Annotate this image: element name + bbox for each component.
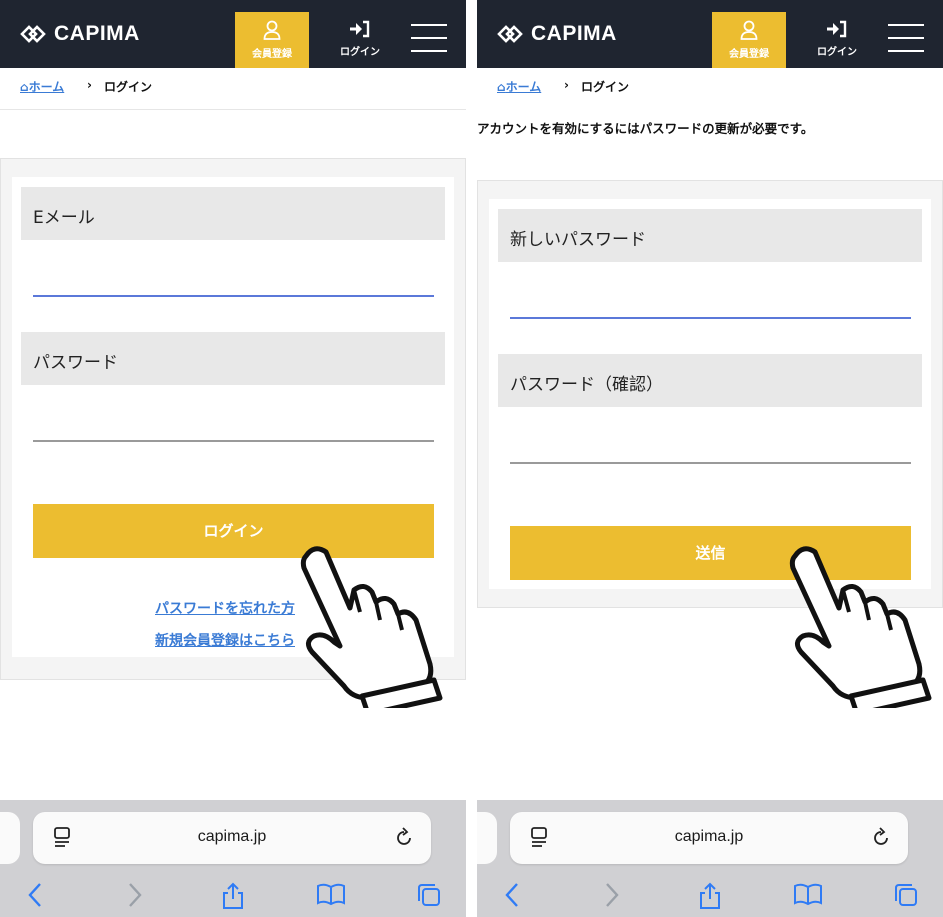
site-header: CAPIMA 会員登録 ログイン	[477, 0, 943, 69]
login-icon	[350, 20, 370, 38]
bookmarks-icon[interactable]	[316, 882, 346, 906]
site-logo[interactable]: CAPIMA	[20, 22, 140, 46]
header-login-button[interactable]: ログイン	[330, 18, 390, 64]
breadcrumb-current: ログイン	[104, 80, 153, 94]
browser-toolbar: capima.jp	[477, 800, 943, 917]
back-icon[interactable]	[28, 882, 42, 908]
password-update-screen: CAPIMA 会員登録 ログイン ⌂ホーム › ログイン アカウントを有効にする…	[477, 0, 943, 917]
email-field[interactable]	[33, 295, 434, 297]
email-label: Eメール	[21, 187, 445, 240]
user-icon	[740, 20, 758, 40]
activation-notice: アカウントを有効にするにはパスワードの更新が必要です。	[477, 121, 814, 136]
address-bar[interactable]: capima.jp	[510, 812, 908, 864]
user-icon	[263, 20, 281, 40]
share-icon[interactable]	[699, 882, 721, 910]
logo-icon	[497, 25, 523, 43]
pointing-hand-icon	[789, 546, 932, 708]
tabs-icon[interactable]	[893, 882, 919, 908]
password-label: パスワード	[21, 332, 445, 385]
tabs-icon[interactable]	[416, 882, 442, 908]
breadcrumb-separator: ›	[564, 78, 569, 92]
previous-tab-stub[interactable]	[477, 812, 497, 864]
register-label: 会員登録	[729, 49, 769, 60]
breadcrumb-home-link[interactable]: ⌂ホーム	[497, 78, 541, 95]
browser-nav-row	[477, 882, 943, 912]
register-button[interactable]: 会員登録	[712, 12, 786, 69]
breadcrumb-current: ログイン	[581, 80, 630, 94]
signup-link[interactable]: 新規会員登録はこちら	[155, 630, 295, 650]
breadcrumb: ⌂ホーム › ログイン	[477, 68, 943, 110]
logo-icon	[20, 25, 46, 43]
login-label: ログイン	[340, 47, 380, 58]
forward-icon[interactable]	[128, 882, 142, 908]
reload-icon[interactable]	[395, 826, 415, 848]
brand-name: CAPIMA	[54, 22, 140, 45]
register-label: 会員登録	[252, 49, 292, 60]
login-screen: CAPIMA 会員登録 ログイン ⌂ホーム › ログイン Eメール パスワード …	[0, 0, 466, 917]
new-password-label: 新しいパスワード	[498, 209, 922, 262]
register-button[interactable]: 会員登録	[235, 12, 309, 69]
confirm-password-label: パスワード（確認）	[498, 354, 922, 407]
header-login-button[interactable]: ログイン	[807, 18, 867, 64]
bookmarks-icon[interactable]	[793, 882, 823, 906]
confirm-password-field[interactable]	[510, 462, 911, 464]
login-label: ログイン	[817, 47, 857, 58]
password-field[interactable]	[33, 440, 434, 442]
pointing-hand-icon	[300, 546, 443, 708]
breadcrumb-separator: ›	[87, 78, 92, 92]
url-text: capima.jp	[197, 828, 267, 845]
url-text: capima.jp	[674, 828, 744, 845]
breadcrumb: ⌂ホーム › ログイン	[0, 68, 466, 110]
site-logo[interactable]: CAPIMA	[497, 22, 617, 46]
menu-icon[interactable]	[888, 24, 924, 54]
new-password-field[interactable]	[510, 317, 911, 319]
menu-icon[interactable]	[411, 24, 447, 54]
breadcrumb-home-link[interactable]: ⌂ホーム	[20, 78, 64, 95]
share-icon[interactable]	[222, 882, 244, 910]
site-header: CAPIMA 会員登録 ログイン	[0, 0, 466, 69]
forgot-password-link[interactable]: パスワードを忘れた方	[155, 598, 295, 618]
address-bar[interactable]: capima.jp	[33, 812, 431, 864]
browser-nav-row	[0, 882, 466, 912]
reload-icon[interactable]	[872, 826, 892, 848]
back-icon[interactable]	[505, 882, 519, 908]
browser-toolbar: capima.jp	[0, 800, 466, 917]
login-icon	[827, 20, 847, 38]
previous-tab-stub[interactable]	[0, 812, 20, 864]
forward-icon[interactable]	[605, 882, 619, 908]
brand-name: CAPIMA	[531, 22, 617, 45]
